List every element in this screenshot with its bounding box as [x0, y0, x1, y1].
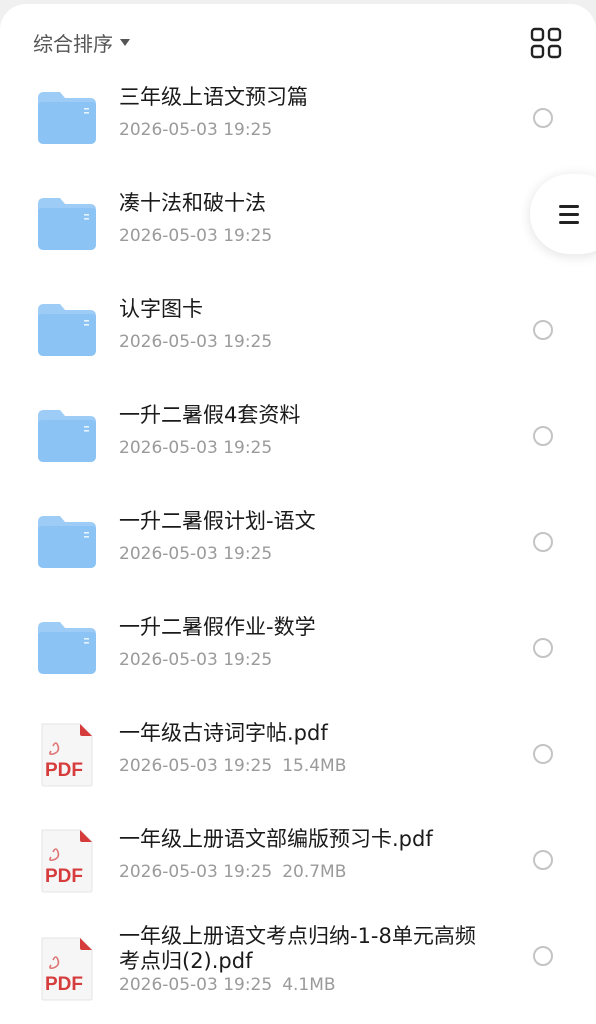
file-date: 2026-05-03 19:25: [119, 438, 273, 458]
caret-down-icon: [120, 39, 130, 46]
file-name: 一年级上册语文考点归纳-1-8单元高频考点归(2).pdf: [119, 924, 476, 973]
file-row-1[interactable]: 三年级上语文预习篇 2026-05-03 19:25: [0, 76, 596, 182]
file-row-2[interactable]: 凑十法和破十法 2026-05-03 19:25: [0, 182, 596, 288]
select-radio[interactable]: [533, 108, 553, 128]
file-name: 认字图卡: [119, 297, 203, 321]
select-radio[interactable]: [533, 850, 553, 870]
select-radio[interactable]: [533, 744, 553, 764]
file-size: 4.1MB: [282, 975, 336, 995]
pdf-file-icon: PDF: [36, 936, 98, 1001]
file-date: 2026-05-03 19:25: [119, 226, 273, 246]
folder-icon: [36, 298, 98, 360]
file-meta: 2026-05-03 19:25 20.7MB: [119, 862, 346, 882]
file-row-4[interactable]: 一升二暑假4套资料 2026-05-03 19:25: [0, 394, 596, 500]
file-name: 一升二暑假作业-数学: [119, 615, 316, 639]
file-date: 2026-05-03 19:25: [119, 120, 273, 140]
file-meta: 2026-05-03 19:25: [119, 332, 272, 352]
file-meta: 2026-05-03 19:25: [119, 544, 272, 564]
file-meta: 2026-05-03 19:25: [119, 226, 272, 246]
file-meta: 2026-05-03 19:25: [119, 438, 272, 458]
file-meta: 2026-05-03 19:25: [119, 650, 272, 670]
file-row-8[interactable]: PDF 一年级上册语文部编版预习卡.pdf 2026-05-03 19:25 20…: [0, 818, 596, 924]
file-meta: 2026-05-03 19:25: [119, 120, 272, 140]
grid-view-icon[interactable]: [529, 26, 563, 60]
pdf-file-icon: PDF: [36, 722, 98, 787]
file-name: 一年级古诗词字帖.pdf: [119, 721, 328, 745]
file-row-9[interactable]: PDF 一年级上册语文考点归纳-1-8单元高频考点归(2).pdf 2026-0…: [0, 924, 596, 1024]
pdf-file-icon: PDF: [36, 828, 98, 893]
file-date: 2026-05-03 19:25: [119, 975, 273, 995]
file-date: 2026-05-03 19:25: [119, 862, 273, 882]
file-date: 2026-05-03 19:25: [119, 332, 273, 352]
svg-text:PDF: PDF: [45, 974, 83, 995]
folder-icon: [36, 192, 98, 254]
select-radio[interactable]: [533, 532, 553, 552]
file-name: 一升二暑假计划-语文: [119, 509, 316, 533]
file-row-5[interactable]: 一升二暑假计划-语文 2026-05-03 19:25: [0, 500, 596, 606]
file-meta: 2026-05-03 19:25 15.4MB: [119, 756, 346, 776]
file-date: 2026-05-03 19:25: [119, 544, 273, 564]
select-radio[interactable]: [533, 946, 553, 966]
select-radio[interactable]: [533, 426, 553, 446]
file-name: 一升二暑假4套资料: [119, 403, 301, 427]
folder-icon: [36, 616, 98, 678]
folder-icon: [36, 404, 98, 466]
file-name: 一年级上册语文部编版预习卡.pdf: [119, 827, 433, 851]
svg-text:PDF: PDF: [45, 866, 83, 887]
file-row-6[interactable]: 一升二暑假作业-数学 2026-05-03 19:25: [0, 606, 596, 712]
file-meta: 2026-05-03 19:25 4.1MB: [119, 975, 336, 995]
file-row-7[interactable]: PDF 一年级古诗词字帖.pdf 2026-05-03 19:25 15.4MB: [0, 712, 596, 818]
file-row-3[interactable]: 认字图卡 2026-05-03 19:25: [0, 288, 596, 394]
file-date: 2026-05-03 19:25: [119, 756, 273, 776]
file-date: 2026-05-03 19:25: [119, 650, 273, 670]
sort-label: 综合排序: [33, 32, 113, 56]
file-list-sheet: 综合排序 三年级上语文预习篇 2026-05-03 19:25 凑十法和破十法 …: [0, 4, 596, 1024]
toolbar: 综合排序: [0, 4, 596, 76]
sort-dropdown[interactable]: 综合排序: [33, 28, 130, 57]
menu-icon: [559, 205, 579, 229]
select-radio[interactable]: [533, 638, 553, 658]
select-radio[interactable]: [533, 320, 553, 340]
file-name: 凑十法和破十法: [119, 191, 266, 215]
file-size: 20.7MB: [282, 862, 347, 882]
folder-icon: [36, 510, 98, 572]
folder-icon: [36, 86, 98, 148]
file-list: 三年级上语文预习篇 2026-05-03 19:25 凑十法和破十法 2026-…: [0, 76, 596, 1024]
file-size: 15.4MB: [282, 756, 347, 776]
svg-text:PDF: PDF: [45, 760, 83, 781]
file-name: 三年级上语文预习篇: [119, 85, 308, 109]
